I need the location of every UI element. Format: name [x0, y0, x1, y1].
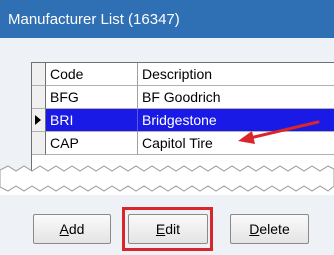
grid-header-row: Code Description: [32, 63, 334, 86]
cell-description[interactable]: BF Goodrich: [138, 86, 334, 109]
column-header-description[interactable]: Description: [138, 63, 334, 86]
row-indicator[interactable]: [32, 86, 46, 109]
manufacturer-list-dialog: Manufacturer List (16347) Code Descripti…: [0, 0, 334, 255]
delete-mnemonic: D: [249, 221, 260, 237]
cell-code[interactable]: BRI: [46, 109, 138, 132]
row-pointer-icon: [35, 115, 41, 125]
delete-label: elete: [259, 221, 290, 237]
add-label: dd: [68, 221, 85, 237]
delete-button[interactable]: Delete: [230, 214, 309, 244]
cell-code[interactable]: BFG: [46, 86, 138, 109]
column-header-code[interactable]: Code: [46, 63, 138, 86]
table-row[interactable]: BFG BF Goodrich: [32, 86, 334, 109]
annotation-arrow-icon: [238, 120, 320, 144]
torn-edge-divider: [0, 165, 334, 192]
row-indicator[interactable]: [32, 109, 46, 132]
add-mnemonic: A: [59, 221, 69, 237]
row-indicator: [32, 63, 46, 86]
window-title: Manufacturer List (16347): [0, 0, 334, 38]
edit-button-highlight: [122, 207, 213, 251]
add-button[interactable]: Add: [33, 214, 111, 244]
